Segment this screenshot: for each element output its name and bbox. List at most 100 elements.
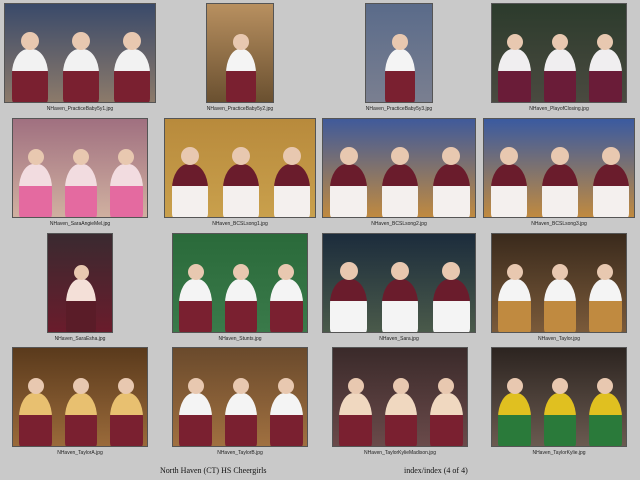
thumbnail-5[interactable]: NHaven_SaraAngieMel.jpg (12, 118, 148, 230)
thumbnail-image[interactable] (332, 347, 468, 447)
figure-shape (64, 393, 98, 446)
thumbnail-image[interactable] (365, 3, 433, 103)
thumbnail-caption[interactable]: NHaven_BCSLsong1.jpg (164, 221, 316, 227)
thumbnail-11[interactable]: NHaven_Sara.jpg (322, 233, 476, 345)
thumbnail-caption[interactable]: NHaven_PracticeBaby5y3.jpg (345, 106, 453, 112)
photo-scene (492, 4, 626, 102)
thumbnail-6[interactable]: NHaven_BCSLsong1.jpg (164, 118, 316, 230)
thumbnail-15[interactable]: NHaven_TaylorKylieMadison.jpg (332, 347, 468, 459)
photo-scene (492, 348, 626, 446)
thumbnail-1[interactable]: NHaven_PracticeBaby5y1.jpg (4, 3, 156, 115)
figure-shape (381, 279, 419, 332)
thumbnail-caption[interactable]: NHaven_SaraAngieMel.jpg (12, 221, 148, 227)
photo-scene (173, 348, 307, 446)
thumbnail-image[interactable] (172, 233, 308, 333)
figure-shape (543, 49, 577, 102)
figure-shape (224, 279, 258, 332)
thumbnail-13[interactable]: NHaven_TaylorA.jpg (12, 347, 148, 459)
photo-scene (5, 4, 155, 102)
thumbnail-16[interactable]: NHaven_TaylorKylie.jpg (491, 347, 627, 459)
gallery-title: North Haven (CT) HS Cheergirls (160, 466, 267, 475)
figure-head-shape (442, 146, 461, 165)
figure-shape (433, 164, 470, 217)
photo-scene (333, 348, 467, 446)
photo-scene (323, 234, 475, 332)
thumbnail-caption[interactable]: NHaven_TaylorA.jpg (12, 450, 148, 456)
thumbnail-image[interactable] (322, 233, 476, 333)
figure-shape (491, 164, 528, 217)
figure-head-shape (73, 264, 89, 280)
photo-scene (13, 119, 147, 217)
figure-shape (498, 49, 531, 102)
thumbnail-image[interactable] (47, 233, 113, 333)
thumbnail-caption[interactable]: NHaven_PlayofClosing.jpg (491, 106, 627, 112)
figure-head-shape (347, 377, 364, 394)
thumbnail-caption[interactable]: NHaven_TaylorKylieMadison.jpg (324, 450, 476, 456)
figure-head-shape (278, 377, 295, 394)
thumbnail-caption[interactable]: NHaven_BCSLsong2.jpg (322, 221, 476, 227)
figure-head-shape (506, 377, 523, 394)
figure-head-shape (27, 377, 44, 394)
thumbnail-caption[interactable]: NHaven_SaraEsha.jpg (27, 336, 133, 342)
photo-scene (207, 4, 273, 102)
thumbnail-12[interactable]: NHaven_Taylor.jpg (491, 233, 627, 345)
thumbnail-image[interactable] (491, 347, 627, 447)
thumbnail-image[interactable] (491, 3, 627, 103)
figure-head-shape (438, 377, 455, 394)
thumbnail-caption[interactable]: NHaven_TaylorKylie.jpg (491, 450, 627, 456)
thumbnail-7[interactable]: NHaven_BCSLsong2.jpg (322, 118, 476, 230)
figure-shape (66, 279, 96, 332)
figure-shape (589, 49, 622, 102)
figure-head-shape (551, 263, 569, 280)
figure-head-shape (187, 263, 204, 280)
figure-shape (110, 393, 143, 446)
figure-head-shape (71, 31, 91, 50)
figure-shape (589, 393, 622, 446)
figure-shape (592, 164, 629, 217)
page-index-link[interactable]: index/index (4 of 4) (404, 466, 468, 475)
thumbnail-caption[interactable]: NHaven_Sara.jpg (322, 336, 476, 342)
thumbnail-image[interactable] (164, 118, 316, 218)
figure-shape (179, 279, 212, 332)
thumbnail-caption[interactable]: NHaven_Stunts.jpg (172, 336, 308, 342)
thumbnail-caption[interactable]: NHaven_BCSLsong3.jpg (483, 221, 635, 227)
figure-head-shape (390, 261, 410, 280)
thumbnail-caption[interactable]: NHaven_PracticeBaby5y2.jpg (186, 106, 294, 112)
figure-head-shape (339, 261, 358, 280)
thumbnail-10[interactable]: NHaven_Stunts.jpg (172, 233, 308, 345)
figure-shape (225, 49, 257, 102)
thumbnail-caption[interactable]: NHaven_Taylor.jpg (491, 336, 627, 342)
thumbnail-image[interactable] (206, 3, 274, 103)
thumbnail-2[interactable]: NHaven_PracticeBaby5y2.jpg (206, 3, 274, 115)
thumbnail-14[interactable]: NHaven_TaylorB.jpg (172, 347, 308, 459)
thumbnail-image[interactable] (4, 3, 156, 103)
figure-shape (498, 279, 531, 332)
figure-shape (224, 393, 258, 446)
thumbnail-caption[interactable]: NHaven_TaylorB.jpg (172, 450, 308, 456)
figure-head-shape (551, 377, 569, 394)
thumbnail-image[interactable] (172, 347, 308, 447)
figure-shape (339, 393, 372, 446)
figure-shape (541, 164, 579, 217)
thumbnail-3[interactable]: NHaven_PracticeBaby5y3.jpg (365, 3, 433, 115)
photo-scene (173, 234, 307, 332)
figure-head-shape (506, 33, 523, 50)
thumbnail-image[interactable] (12, 347, 148, 447)
thumbnail-8[interactable]: NHaven_BCSLsong3.jpg (483, 118, 635, 230)
figure-head-shape (390, 146, 410, 165)
figure-head-shape (187, 377, 204, 394)
thumbnail-4[interactable]: NHaven_PlayofClosing.jpg (491, 3, 627, 115)
thumbnail-image[interactable] (483, 118, 635, 218)
figure-head-shape (506, 263, 523, 280)
thumbnail-image[interactable] (491, 233, 627, 333)
photo-scene (323, 119, 475, 217)
thumbnail-image[interactable] (322, 118, 476, 218)
figure-head-shape (278, 263, 295, 280)
figure-shape (222, 164, 260, 217)
figure-shape (19, 164, 52, 217)
figure-shape (19, 393, 52, 446)
thumbnail-caption[interactable]: NHaven_PracticeBaby5y1.jpg (4, 106, 156, 112)
thumbnail-image[interactable] (12, 118, 148, 218)
figure-shape (12, 49, 49, 102)
thumbnail-9[interactable]: NHaven_SaraEsha.jpg (47, 233, 113, 345)
